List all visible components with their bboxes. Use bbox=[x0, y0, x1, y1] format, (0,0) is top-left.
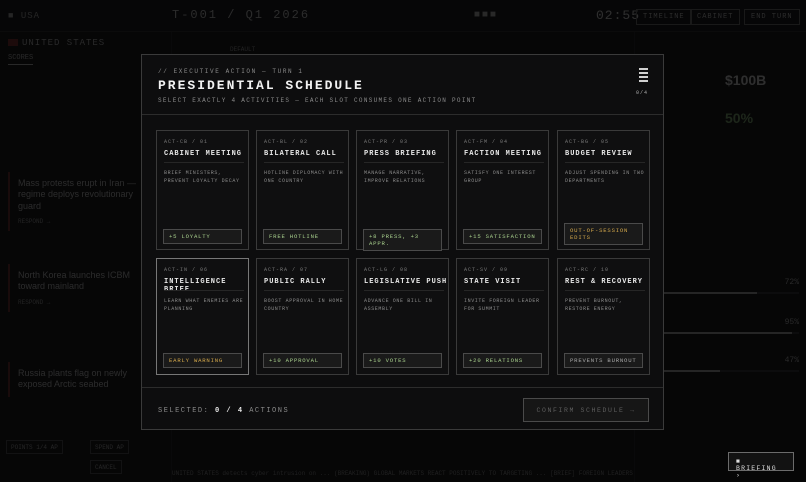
activity-card-rest-recovery[interactable]: ACT-RC / 10 REST & RECOVERY PREVENT BURN… bbox=[557, 258, 650, 375]
activity-name: FACTION MEETING bbox=[464, 150, 543, 158]
activity-code: ACT-PR / 03 bbox=[364, 139, 409, 145]
presidential-schedule-modal: // EXECUTIVE ACTION — TURN 1 PRESIDENTIA… bbox=[141, 54, 664, 430]
briefing-button[interactable]: ■ BRIEFING › bbox=[728, 452, 794, 479]
activity-code: ACT-IN / 06 bbox=[164, 267, 209, 273]
activity-description: ADVANCE ONE BILL IN ASSEMBLY bbox=[364, 298, 433, 312]
activity-card-public-rally[interactable]: ACT-RA / 07 PUBLIC RALLY BOOST APPROVAL … bbox=[256, 258, 349, 375]
activity-card-budget-review[interactable]: ACT-BG / 05 BUDGET REVIEW ADJUST SPENDIN… bbox=[557, 130, 650, 250]
selected-count: 0 / 4 bbox=[215, 407, 244, 415]
activity-effect: +5 LOYALTY bbox=[163, 229, 242, 244]
activity-code: ACT-BL / 02 bbox=[264, 139, 309, 145]
activity-name: LEGISLATIVE PUSH bbox=[364, 278, 448, 286]
activity-card-state-visit[interactable]: ACT-SV / 09 STATE VISIT INVITE FOREIGN L… bbox=[456, 258, 549, 375]
activity-effect: +10 VOTES bbox=[363, 353, 442, 368]
activity-effect: PREVENTS BURNOUT bbox=[564, 353, 643, 368]
action-points-icon bbox=[639, 68, 648, 84]
activity-description: SATISFY ONE INTEREST GROUP bbox=[464, 170, 537, 184]
activity-code: ACT-LG / 08 bbox=[364, 267, 409, 273]
activity-description: PREVENT BURNOUT, RESTORE ENERGY bbox=[565, 298, 623, 312]
activity-description: BRIEF MINISTERS, PREVENT LOYALTY DECAY bbox=[164, 170, 240, 184]
activity-card-cabinet-meeting[interactable]: ACT-CB / 01 CABINET MEETING BRIEF MINIST… bbox=[156, 130, 249, 250]
activity-effect: +20 RELATIONS bbox=[463, 353, 542, 368]
activity-name: INTELLIGENCE BRIEF bbox=[164, 278, 227, 294]
activity-description: BOOST APPROVAL IN HOME COUNTRY bbox=[264, 298, 344, 312]
selected-count-label: SELECTED: 0 / 4 ACTIONS bbox=[158, 407, 290, 415]
activity-card-bilateral-call[interactable]: ACT-BL / 02 BILATERAL CALL HOTLINE DIPLO… bbox=[256, 130, 349, 250]
activity-name: CABINET MEETING bbox=[164, 150, 243, 158]
activity-description: ADJUST SPENDING IN TWO DEPARTMENTS bbox=[565, 170, 645, 184]
activity-name: BUDGET REVIEW bbox=[565, 150, 633, 158]
activity-effect: +8 PRESS, +3 APPR. bbox=[363, 229, 442, 251]
activity-description: INVITE FOREIGN LEADER FOR SUMMIT bbox=[464, 298, 540, 312]
activity-card-legislative-push[interactable]: ACT-LG / 08 LEGISLATIVE PUSH ADVANCE ONE… bbox=[356, 258, 449, 375]
activity-code: ACT-SV / 09 bbox=[464, 267, 509, 273]
modal-footer: SELECTED: 0 / 4 ACTIONS CONFIRM SCHEDULE… bbox=[142, 387, 663, 431]
activity-effect: OUT-OF-SESSION EDITS bbox=[564, 223, 643, 245]
activity-card-faction-meeting[interactable]: ACT-FM / 04 FACTION MEETING SATISFY ONE … bbox=[456, 130, 549, 250]
activity-effect: +10 APPROVAL bbox=[263, 353, 342, 368]
modal-kicker: // EXECUTIVE ACTION — TURN 1 bbox=[158, 68, 304, 75]
activity-code: ACT-BG / 05 bbox=[565, 139, 610, 145]
activity-effect: FREE HOTLINE bbox=[263, 229, 342, 244]
action-points-count: 0/4 bbox=[636, 90, 649, 96]
activity-effect: EARLY WARNING bbox=[163, 353, 242, 368]
activity-description: MANAGE NARRATIVE, IMPROVE RELATIONS bbox=[364, 170, 426, 184]
activity-code: ACT-FM / 04 bbox=[464, 139, 509, 145]
activity-card-intelligence-brief[interactable]: ACT-IN / 06 INTELLIGENCE BRIEF LEARN WHA… bbox=[156, 258, 249, 375]
activity-effect: +15 SATISFACTION bbox=[463, 229, 542, 244]
confirm-schedule-button[interactable]: CONFIRM SCHEDULE → bbox=[523, 398, 649, 422]
activity-name: REST & RECOVERY bbox=[565, 278, 644, 286]
modal-title: PRESIDENTIAL SCHEDULE bbox=[158, 78, 364, 93]
activity-name: PUBLIC RALLY bbox=[264, 278, 327, 286]
modal-subtitle: SELECT EXACTLY 4 ACTIVITIES — EACH SLOT … bbox=[158, 97, 477, 104]
activity-name: BILATERAL CALL bbox=[264, 150, 337, 158]
modal-header: // EXECUTIVE ACTION — TURN 1 PRESIDENTIA… bbox=[142, 55, 663, 115]
activity-code: ACT-RA / 07 bbox=[264, 267, 309, 273]
activity-name: PRESS BRIEFING bbox=[364, 150, 437, 158]
activity-code: ACT-CB / 01 bbox=[164, 139, 209, 145]
activity-code: ACT-RC / 10 bbox=[565, 267, 610, 273]
activity-card-press-briefing[interactable]: ACT-PR / 03 PRESS BRIEFING MANAGE NARRAT… bbox=[356, 130, 449, 251]
activity-name: STATE VISIT bbox=[464, 278, 522, 286]
activity-description: HOTLINE DIPLOMACY WITH ONE COUNTRY bbox=[264, 170, 344, 184]
activity-description: LEARN WHAT ENEMIES ARE PLANNING bbox=[164, 298, 244, 312]
